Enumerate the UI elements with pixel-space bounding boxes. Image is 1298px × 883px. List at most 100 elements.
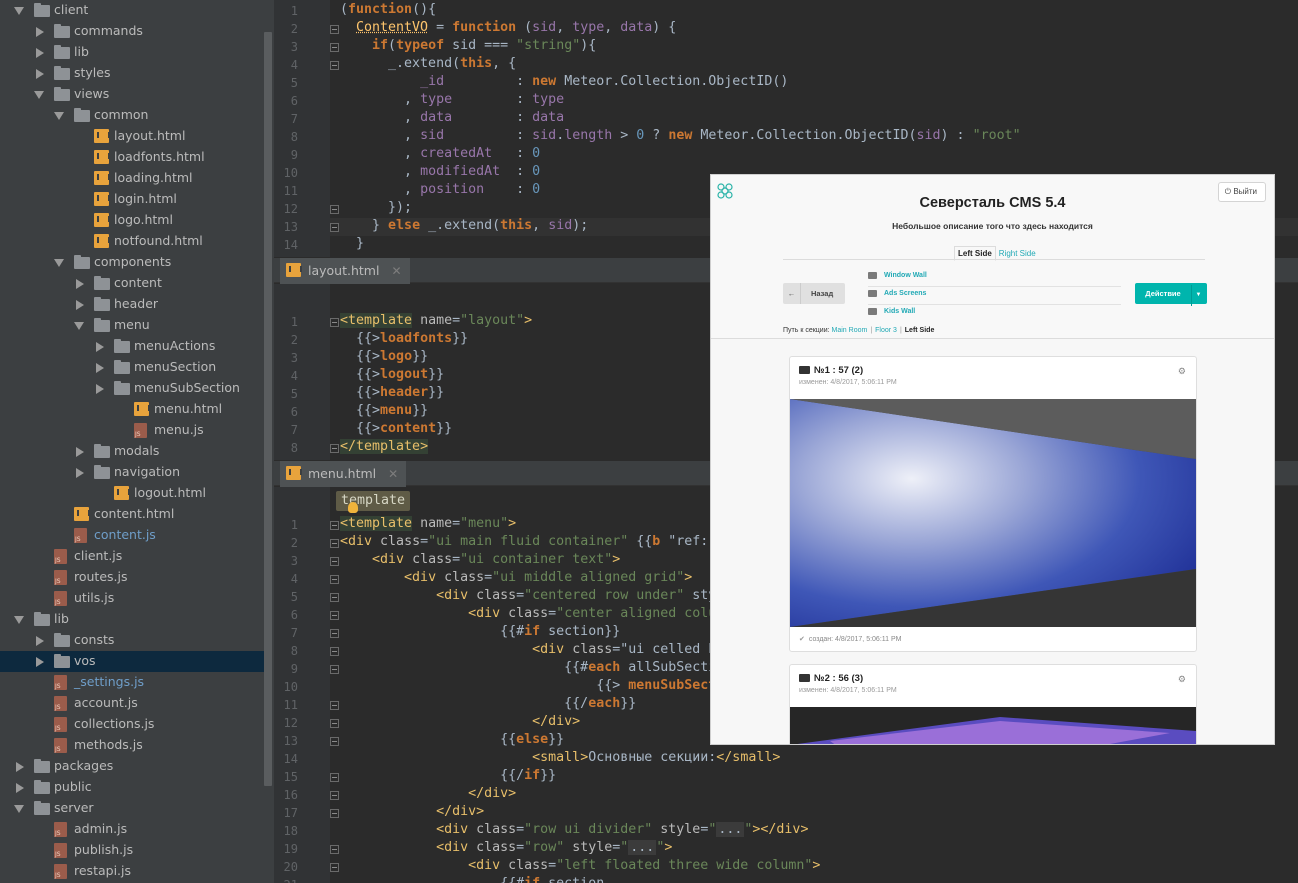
fold-marker-icon[interactable] xyxy=(330,557,339,566)
content-card[interactable]: №1 : 57 (2) изменен: 4/8/2017, 5:06:11 P… xyxy=(789,356,1197,652)
code-line[interactable]: <div class="ui middle aligned grid"> xyxy=(340,570,692,588)
gears-icon[interactable]: ⚙ xyxy=(1178,674,1186,685)
tree-file[interactable]: login.html xyxy=(0,189,264,210)
chevron-right-icon[interactable] xyxy=(96,363,104,373)
code-line[interactable]: </div> xyxy=(340,804,484,822)
chevron-down-icon[interactable] xyxy=(14,7,24,15)
code-line[interactable]: <div class="row" style="... "> xyxy=(340,840,672,858)
tree-folder[interactable]: components xyxy=(0,252,264,273)
tree-file[interactable]: menu.html xyxy=(0,399,264,420)
tab-menu-html[interactable]: menu.html ✕ xyxy=(280,461,407,487)
tab-layout-html[interactable]: layout.html ✕ xyxy=(280,258,410,284)
tree-folder[interactable]: menu xyxy=(0,315,264,336)
tree-folder[interactable]: lib xyxy=(0,42,264,63)
tree-file[interactable]: _settings.js xyxy=(0,672,264,693)
tree-folder[interactable]: navigation xyxy=(0,462,264,483)
fold-marker-icon[interactable] xyxy=(330,845,339,854)
path-link[interactable]: Floor 3 xyxy=(875,327,897,334)
fold-marker-icon[interactable] xyxy=(330,791,339,800)
tree-folder[interactable]: public xyxy=(0,777,264,798)
code-line[interactable]: <div class="centered row under" style xyxy=(340,588,732,606)
code-line[interactable]: , position : 0 xyxy=(340,182,540,200)
fold-marker-icon[interactable] xyxy=(330,61,339,70)
project-tree[interactable]: client commands lib styles views common layout… xyxy=(0,0,274,883)
code-line[interactable]: {{else}} xyxy=(340,732,564,750)
fold-marker-icon[interactable] xyxy=(330,737,339,746)
code-line[interactable]: {{/each}} xyxy=(340,696,636,714)
tree-folder[interactable]: content xyxy=(0,273,264,294)
chevron-right-icon[interactable] xyxy=(36,27,44,37)
fold-marker-icon[interactable] xyxy=(330,444,339,453)
tree-file[interactable]: account.js xyxy=(0,693,264,714)
code-line[interactable]: </div> xyxy=(340,786,516,804)
code-line[interactable]: <div class="ui celled horizon xyxy=(340,642,764,660)
code-line[interactable]: </template> xyxy=(340,439,429,457)
tree-folder[interactable]: common xyxy=(0,105,264,126)
logout-button[interactable]: ⏻ Выйти xyxy=(1217,182,1266,202)
tree-file[interactable]: restapi.js xyxy=(0,861,264,882)
code-line[interactable]: } xyxy=(340,236,364,254)
code-line[interactable]: <template name="layout"> xyxy=(340,313,532,331)
folder-item[interactable]: Ads Screens xyxy=(868,287,1121,305)
fold-marker-icon[interactable] xyxy=(330,647,339,656)
chevron-down-icon[interactable] xyxy=(54,112,64,120)
fold-marker-icon[interactable] xyxy=(330,539,339,548)
tree-file[interactable]: loading.html xyxy=(0,168,264,189)
chevron-right-icon[interactable] xyxy=(76,279,84,289)
gears-icon[interactable]: ⚙ xyxy=(1178,366,1186,377)
fold-marker-icon[interactable] xyxy=(330,205,339,214)
tree-file[interactable]: notfound.html xyxy=(0,231,264,252)
tree-file[interactable]: publish.js xyxy=(0,840,264,861)
chevron-right-icon[interactable] xyxy=(36,636,44,646)
content-card[interactable]: №2 : 56 (3) изменен: 4/8/2017, 5:06:11 P… xyxy=(789,664,1197,744)
tree-file[interactable]: utils.js xyxy=(0,588,264,609)
tree-file[interactable]: layout.html xyxy=(0,126,264,147)
fold-marker-icon[interactable] xyxy=(330,521,339,530)
fold-marker-icon[interactable] xyxy=(330,863,339,872)
code-line[interactable]: <div class="ui container text"> xyxy=(340,552,620,570)
folder-item[interactable]: Window Wall xyxy=(868,269,1121,287)
code-line[interactable]: , type : type xyxy=(340,92,564,110)
tree-file[interactable]: loadfonts.html xyxy=(0,147,264,168)
chevron-down-icon[interactable] xyxy=(34,91,44,99)
tree-file[interactable]: content.js xyxy=(0,525,264,546)
chevron-down-icon[interactable] xyxy=(74,322,84,330)
fold-marker-icon[interactable] xyxy=(330,773,339,782)
code-line[interactable]: {{>header}} xyxy=(340,385,444,403)
tree-file[interactable]: methods.js xyxy=(0,735,264,756)
tree-folder[interactable]: server xyxy=(0,798,264,819)
back-button[interactable]: ← Назад xyxy=(783,283,845,304)
close-icon[interactable]: ✕ xyxy=(391,264,401,278)
code-line[interactable]: {{>logo}} xyxy=(340,349,428,367)
chevron-right-icon[interactable] xyxy=(16,762,24,772)
fold-marker-icon[interactable] xyxy=(330,629,339,638)
code-line[interactable]: </div> xyxy=(340,714,580,732)
chevron-right-icon[interactable] xyxy=(36,69,44,79)
chevron-down-icon[interactable] xyxy=(54,259,64,267)
chevron-right-icon[interactable] xyxy=(36,657,44,667)
fold-marker-icon[interactable] xyxy=(330,575,339,584)
tree-file[interactable]: routes.js xyxy=(0,567,264,588)
fold-marker-icon[interactable] xyxy=(330,43,339,52)
folder-item[interactable]: Kids Wall xyxy=(868,305,1121,323)
code-line[interactable]: <small>Основные секции:</small> xyxy=(340,750,780,768)
chevron-right-icon[interactable] xyxy=(76,447,84,457)
code-line[interactable]: <div class="row ui divider" style="... ">… xyxy=(340,822,808,840)
code-line[interactable]: , modifiedAt : 0 xyxy=(340,164,540,182)
chevron-right-icon[interactable] xyxy=(96,384,104,394)
tree-file[interactable]: client.js xyxy=(0,546,264,567)
tree-folder[interactable]: client xyxy=(0,0,264,21)
chevron-right-icon[interactable] xyxy=(36,48,44,58)
tree-file[interactable]: admin.js xyxy=(0,819,264,840)
chevron-down-icon[interactable] xyxy=(14,616,24,624)
path-link[interactable]: Main Room xyxy=(832,327,868,334)
code-line[interactable]: } else _.extend(this, sid); xyxy=(340,218,588,236)
action-dropdown[interactable]: Действие ▼ xyxy=(1135,283,1207,306)
fold-marker-icon[interactable] xyxy=(330,223,339,232)
code-line[interactable]: {{>logout}} xyxy=(340,367,444,385)
code-line[interactable]: <template name="menu"> xyxy=(340,516,516,534)
chevron-down-icon[interactable] xyxy=(14,805,24,813)
tree-folder[interactable]: packages xyxy=(0,756,264,777)
code-line[interactable]: <div class="center aligned column" xyxy=(340,606,740,624)
lightbulb-icon[interactable] xyxy=(348,502,358,513)
